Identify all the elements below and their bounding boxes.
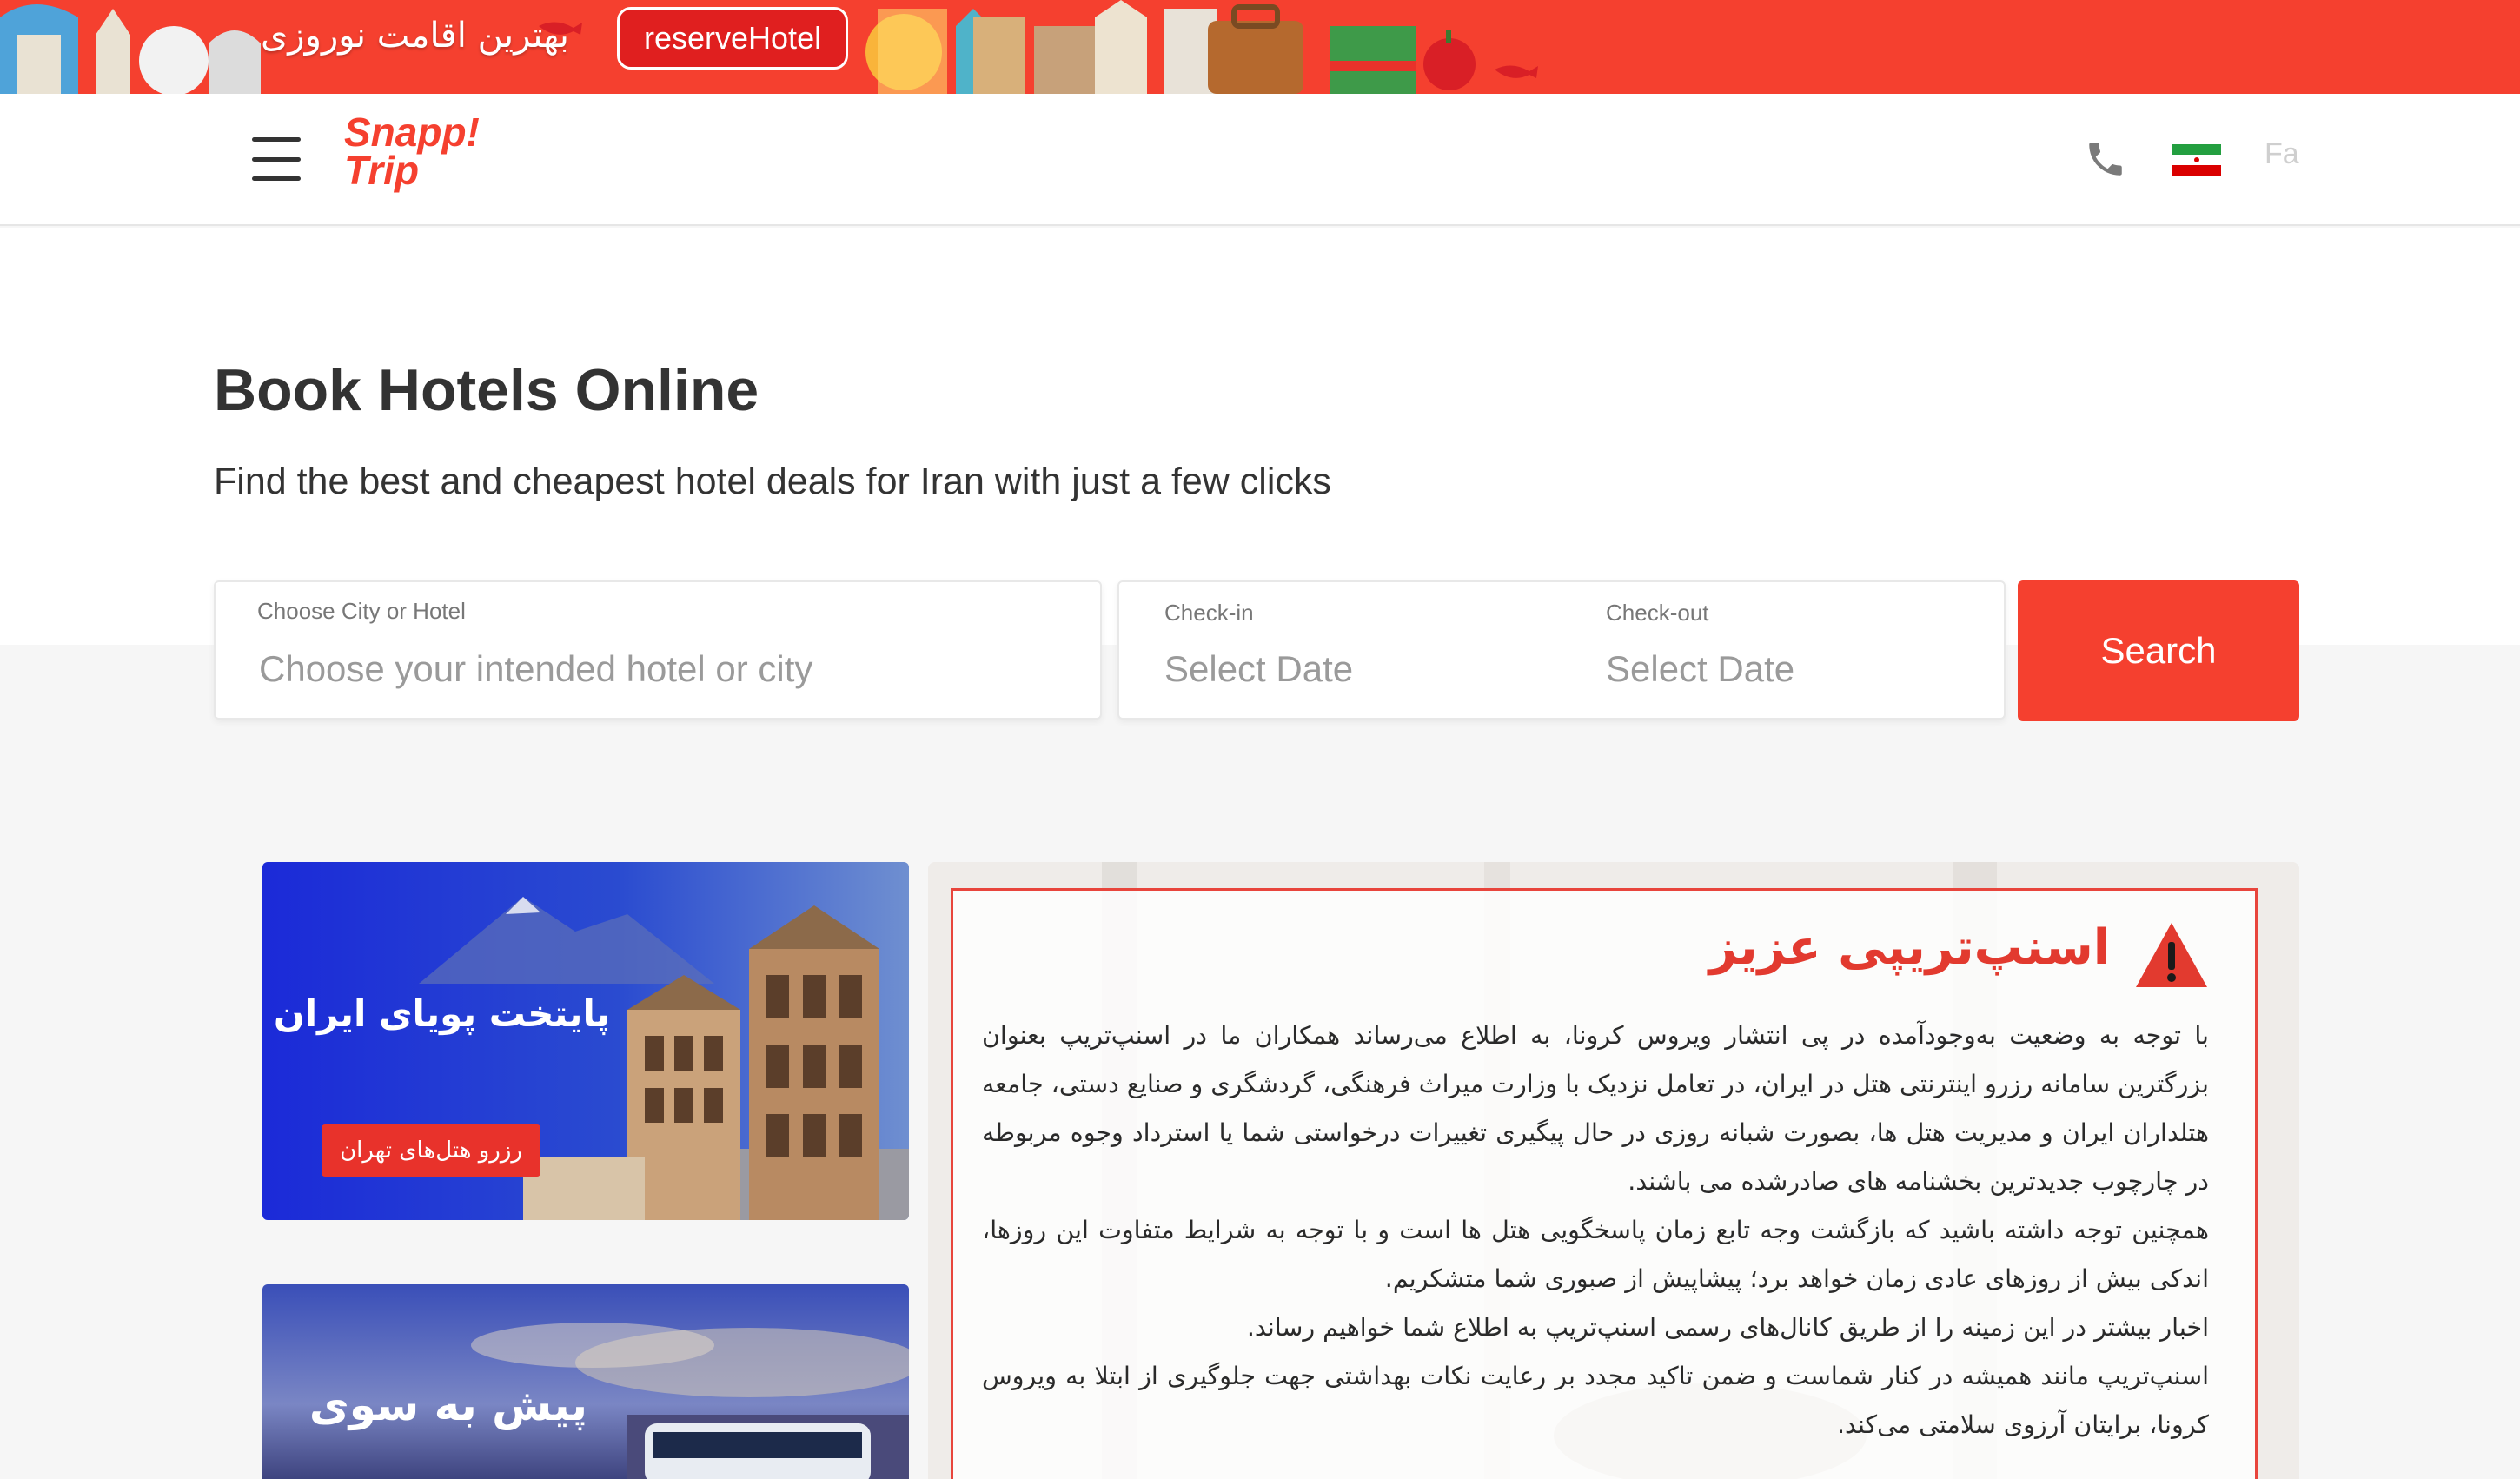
- notice-paragraph: با توجه به وضعیت به‌وجودآمده در پی انتشا…: [982, 1021, 2209, 1196]
- notice-title: اسنپ‌تریپی عزیز: [1708, 919, 2110, 976]
- tehran-hotels-banner[interactable]: پایتخت پویای ایران رزرو هتل‌های تهران: [262, 862, 909, 1220]
- iran-flag-icon[interactable]: [2172, 144, 2221, 176]
- page-subtitle: Find the best and cheapest hotel deals f…: [214, 461, 1331, 502]
- notice-paragraph: اسنپ‌تریپ مانند همیشه در کنار شماست و ضم…: [982, 1362, 2209, 1439]
- logo-line-2: Trip: [344, 148, 420, 193]
- reserve-hotel-button[interactable]: reserveHotel: [617, 7, 849, 70]
- page-title: Book Hotels Online: [214, 357, 759, 423]
- travel-banner[interactable]: پیش به سوی: [262, 1284, 909, 1479]
- corona-notice-panel: اسنپ‌تریپی عزیز با توجه به وضعیت به‌وجود…: [928, 862, 2299, 1479]
- banner-title-2: پیش به سوی: [308, 1380, 587, 1430]
- warning-icon: [2136, 923, 2207, 987]
- promo-banner[interactable]: بهترین اقامت نوروزی reserveHotel: [0, 0, 2520, 94]
- checkin-date-input[interactable]: Select Date: [1164, 648, 1353, 690]
- checkout-label: Check-out: [1606, 600, 1709, 626]
- city-search-input[interactable]: Choose your intended hotel or city: [259, 648, 812, 690]
- city-hotel-field[interactable]: Choose City or Hotel Choose your intende…: [214, 580, 1102, 720]
- site-header: Snapp! Trip Fa: [0, 94, 2520, 226]
- notice-body: با توجه به وضعیت به‌وجودآمده در پی انتشا…: [982, 1011, 2209, 1449]
- promo-text: بهترین اقامت نوروزی: [261, 16, 569, 56]
- search-button[interactable]: Search: [2018, 580, 2299, 721]
- language-switch[interactable]: Fa: [2265, 137, 2299, 171]
- hamburger-menu-icon[interactable]: [252, 137, 301, 181]
- notice-paragraph: همچنین توجه داشته باشید که بازگشت وجه تا…: [982, 1216, 2209, 1293]
- reserve-tehran-hotels-button[interactable]: رزرو هتل‌های تهران: [322, 1124, 540, 1177]
- date-range-field[interactable]: Check-in Select Date Check-out Select Da…: [1117, 580, 2006, 720]
- logo-line-1: Snapp!: [344, 109, 480, 155]
- notice-paragraph: اخبار بیشتر در این زمینه را از طریق کانا…: [1246, 1313, 2209, 1342]
- phone-icon[interactable]: [2084, 137, 2127, 181]
- checkin-label: Check-in: [1164, 600, 1254, 626]
- banner-title: پایتخت پویای ایران: [273, 992, 610, 1035]
- checkout-date-input[interactable]: Select Date: [1606, 648, 1794, 690]
- city-field-label: Choose City or Hotel: [257, 598, 466, 624]
- snapp-trip-logo[interactable]: Snapp! Trip: [344, 109, 492, 200]
